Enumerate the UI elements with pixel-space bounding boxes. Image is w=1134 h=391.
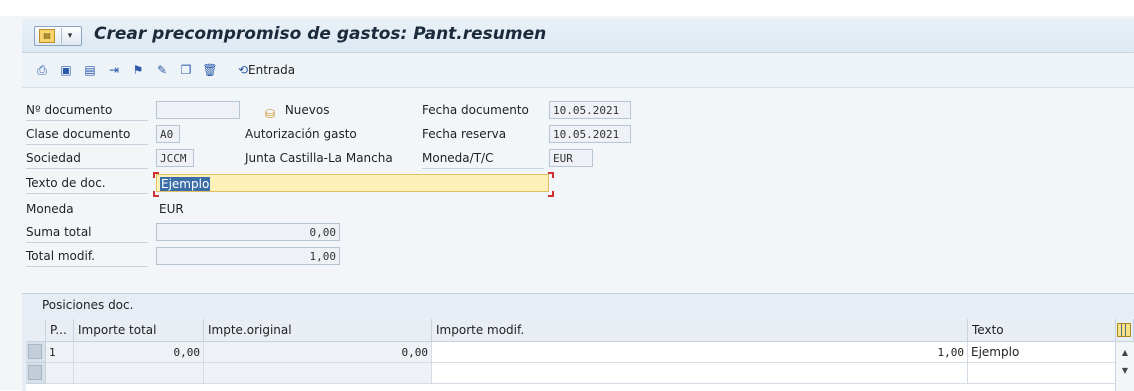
clase-documento-label: Clase documento: [26, 125, 148, 145]
entrada-button[interactable]: Entrada: [248, 63, 295, 77]
cell-texto[interactable]: [968, 363, 1116, 384]
positions-panel: Posiciones doc. P... Importe total Impte…: [22, 293, 1134, 391]
n-documento-label: Nº documento: [26, 101, 148, 121]
save-icon[interactable]: ▣: [58, 62, 74, 78]
sociedad-field[interactable]: JCCM: [156, 149, 194, 167]
document-out-icon[interactable]: ⇥: [106, 62, 122, 78]
focus-corner-bl: [153, 191, 159, 197]
nuevos-label: Nuevos: [284, 103, 330, 117]
table-settings-icon[interactable]: [1117, 323, 1131, 337]
sociedad-desc: Junta Castilla-La Mancha: [245, 151, 393, 165]
moneda-tc-label: Moneda/T/C: [422, 149, 544, 169]
focus-corner-br: [548, 191, 554, 197]
table-settings-header[interactable]: [1116, 319, 1134, 342]
row-selector[interactable]: [26, 363, 46, 384]
texto-doc-input[interactable]: Ejemplo: [156, 174, 549, 192]
positions-title: Posiciones doc.: [42, 298, 134, 312]
clase-documento-field[interactable]: A0: [156, 125, 180, 143]
suma-total-label: Suma total: [26, 223, 148, 243]
suma-total-field[interactable]: 0,00: [156, 223, 340, 241]
col-texto-header[interactable]: Texto: [968, 319, 1116, 342]
total-modif-label: Total modif.: [26, 247, 148, 267]
cell-importe-total: [74, 363, 204, 384]
col-pos-header[interactable]: P...: [46, 319, 74, 342]
system-menu-button[interactable]: ▤ ▾: [34, 26, 82, 46]
fecha-reserva-label: Fecha reserva: [422, 127, 507, 141]
row-selector-box: [28, 365, 42, 380]
print-icon[interactable]: ⎙: [34, 62, 50, 78]
document-icon[interactable]: ▤: [82, 62, 98, 78]
copy-icon[interactable]: ❐: [178, 62, 194, 78]
cell-importe-modif[interactable]: [432, 363, 968, 384]
clase-documento-desc: Autorización gasto: [245, 127, 357, 141]
title-bar: ▤ ▾ Crear precompromiso de gastos: Pant.…: [22, 18, 1134, 53]
moneda-label: Moneda: [26, 202, 74, 216]
row-selector[interactable]: [26, 342, 46, 363]
scroll-up-icon[interactable]: ▲: [1116, 346, 1134, 360]
cell-pos: 1: [46, 342, 74, 363]
col-importe-modif-header[interactable]: Importe modif.: [432, 319, 968, 342]
top-strip: [0, 0, 1134, 16]
delete-icon[interactable]: 🗑: [202, 62, 218, 78]
cell-impte-original: 0,00: [204, 342, 432, 363]
moneda-value: EUR: [159, 202, 184, 216]
new-document-icon: ⛁: [265, 106, 276, 121]
fecha-reserva-field[interactable]: 10.05.2021: [549, 125, 631, 143]
edit-icon[interactable]: ✎: [154, 62, 170, 78]
fecha-documento-label: Fecha documento: [422, 103, 529, 117]
cell-pos: [46, 363, 74, 384]
fecha-documento-field[interactable]: 10.05.2021: [549, 101, 631, 119]
moneda-tc-field[interactable]: EUR: [549, 149, 593, 167]
page-title: Crear precompromiso de gastos: Pant.resu…: [94, 24, 547, 44]
texto-doc-value: Ejemplo: [160, 177, 211, 191]
col-impte-original-header[interactable]: Impte.original: [204, 319, 432, 342]
scroll-down-icon[interactable]: ▼: [1116, 364, 1134, 378]
header-form: Nº documento ⛁ Nuevos Fecha documento 10…: [22, 88, 1134, 288]
focus-corner-tr: [548, 172, 554, 178]
select-all-header[interactable]: [26, 319, 46, 342]
col-importe-total-header[interactable]: Importe total: [74, 319, 204, 342]
total-modif-field[interactable]: 1,00: [156, 247, 340, 265]
positions-table: P... Importe total Impte.original Import…: [26, 319, 1134, 391]
application-toolbar: ⎙ ▣ ▤ ⇥ ⚑ ✎ ❐ 🗑 ⟲ Entrada: [22, 53, 1134, 88]
cell-importe-total: 0,00: [74, 342, 204, 363]
tree-icon[interactable]: ⚑: [130, 62, 146, 78]
sociedad-label: Sociedad: [26, 149, 148, 169]
focus-corner-tl: [153, 172, 159, 178]
row-selector-box: [28, 344, 42, 359]
cell-importe-modif[interactable]: 1,00: [432, 342, 968, 363]
cell-texto[interactable]: Ejemplo: [968, 342, 1116, 363]
cell-impte-original: [204, 363, 432, 384]
sap-screen: ▤ ▾ Crear precompromiso de gastos: Pant.…: [0, 0, 1134, 391]
n-documento-field[interactable]: [156, 101, 240, 119]
nuevos-button[interactable]: ⛁ Nuevos: [265, 101, 330, 121]
vertical-scrollbar[interactable]: ▲ ▼: [1115, 342, 1134, 391]
menu-icon: ▤: [39, 29, 55, 43]
chevron-down-icon: ▾: [61, 28, 78, 44]
texto-doc-label: Texto de doc.: [26, 174, 148, 194]
